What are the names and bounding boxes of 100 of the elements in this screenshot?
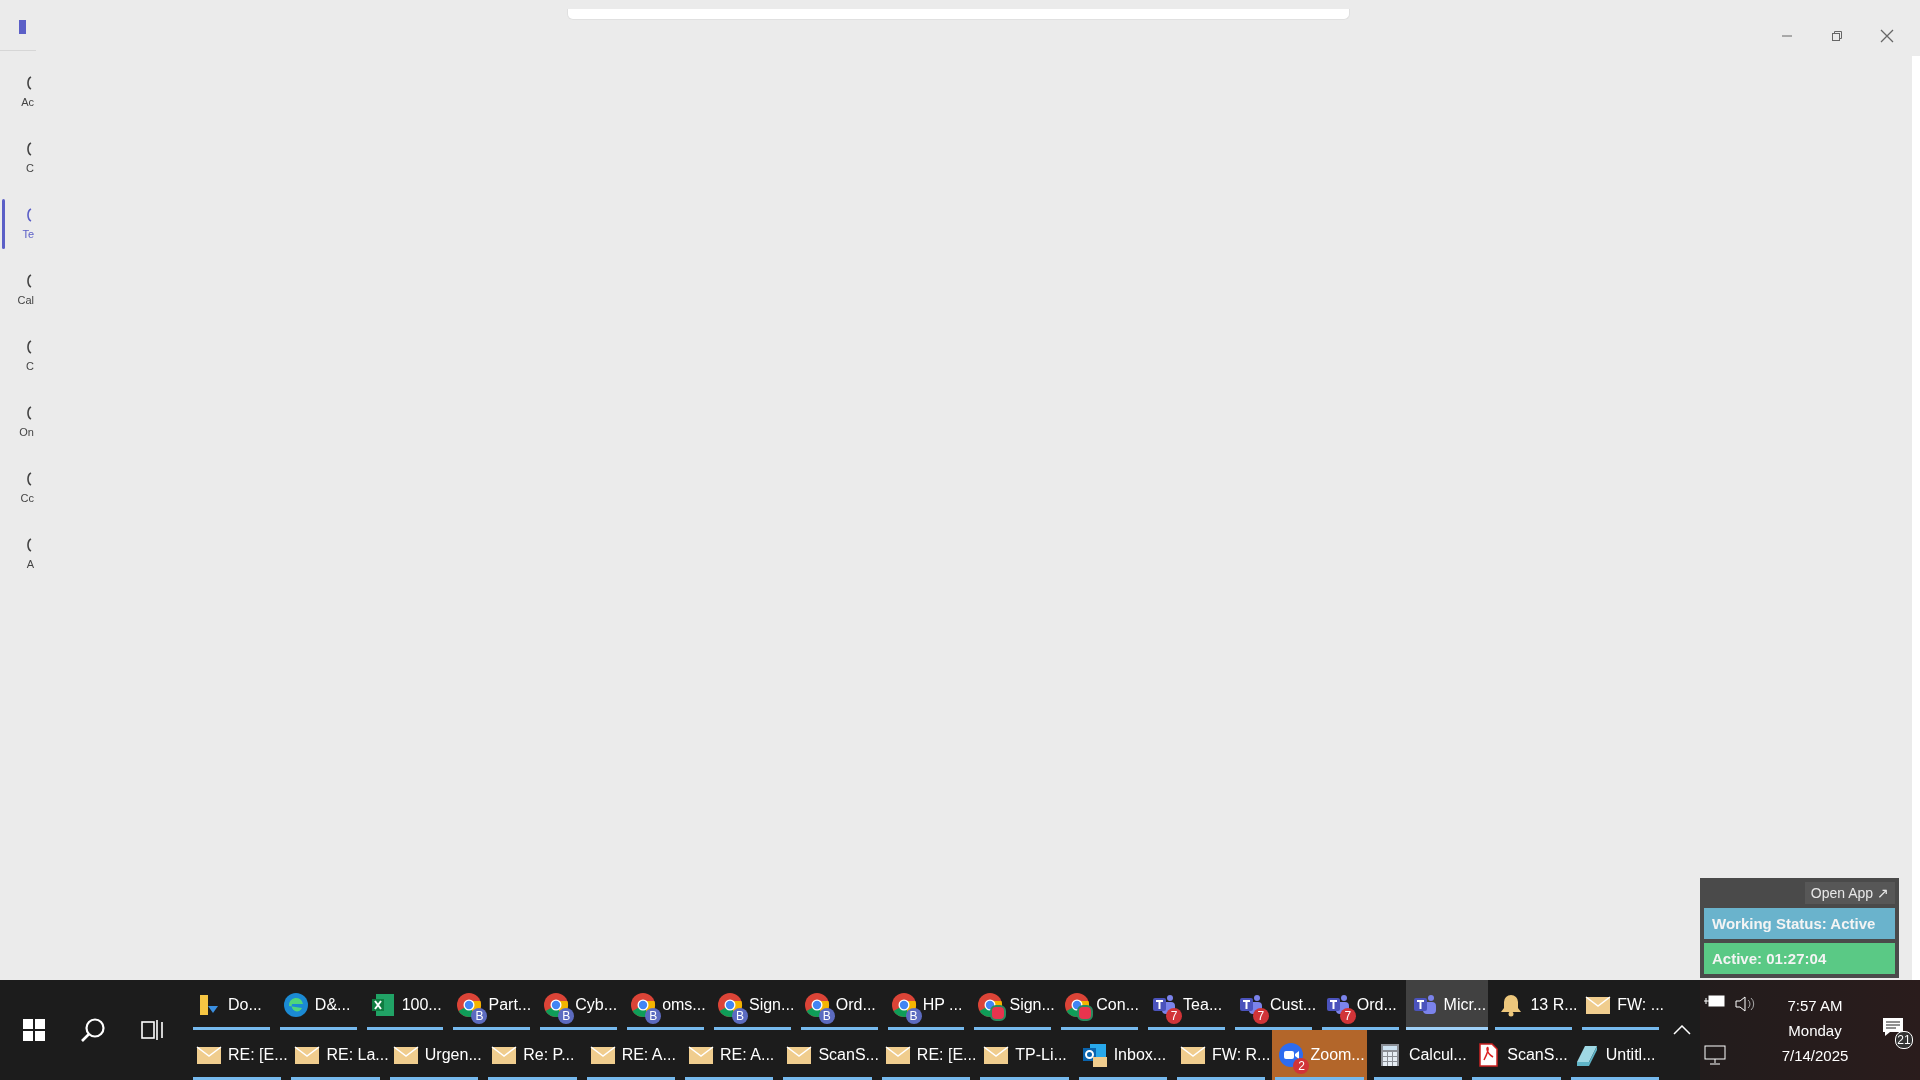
window-label: FW: R... bbox=[1212, 1046, 1271, 1064]
window-label: Sign... bbox=[1009, 996, 1055, 1014]
clock-time: 7:57 AM bbox=[1787, 996, 1843, 1014]
taskbar-button[interactable]: RE: [E... bbox=[190, 1030, 285, 1080]
window-label: RE: [E... bbox=[228, 1046, 288, 1064]
taskbar-button[interactable]: RE: A... bbox=[682, 1030, 777, 1080]
taskbar-button[interactable]: FW: R... bbox=[1174, 1030, 1269, 1080]
taskbar-button[interactable]: Untitl... bbox=[1567, 1030, 1663, 1080]
taskbar-button[interactable]: RE: [E... bbox=[878, 1030, 974, 1080]
sidebar-item[interactable]: Cc bbox=[0, 455, 36, 521]
sidebar-item[interactable]: Ac bbox=[0, 59, 36, 125]
partial-icon bbox=[26, 538, 32, 552]
open-app-button[interactable]: Open App ↗ bbox=[1804, 882, 1895, 904]
count-badge: 7 bbox=[1252, 1008, 1269, 1024]
taskbar-button[interactable]: 7 Cust... bbox=[1231, 980, 1315, 1030]
browser-icon bbox=[630, 992, 657, 1018]
window-label: Micr... bbox=[1443, 996, 1487, 1014]
window-label: RE: A... bbox=[720, 1046, 775, 1064]
taskbar-button[interactable]: Sign... bbox=[971, 980, 1055, 1030]
working-status: Working Status: Active bbox=[1704, 908, 1895, 939]
partial-icon bbox=[26, 208, 32, 222]
taskbar-button[interactable]: 2 Zoom... bbox=[1272, 1030, 1367, 1080]
taskbar-button[interactable]: D&... bbox=[276, 980, 360, 1030]
taskbar-button[interactable]: 7 Tea... bbox=[1145, 980, 1228, 1030]
sidebar-label: A bbox=[26, 558, 35, 570]
window-label: Con... bbox=[1096, 996, 1139, 1014]
sidebar-label: On bbox=[19, 426, 35, 438]
sidebar-item[interactable]: A bbox=[0, 521, 36, 587]
count-badge: B bbox=[558, 1008, 575, 1024]
network-icon bbox=[1704, 1045, 1726, 1065]
chevron-up-icon bbox=[1673, 1025, 1691, 1035]
partial-icon bbox=[26, 406, 32, 420]
window-label: Urgen... bbox=[424, 1046, 482, 1064]
battery-icon bbox=[1704, 995, 1726, 1007]
taskbar-button[interactable]: Con... bbox=[1058, 980, 1142, 1030]
browser-icon bbox=[716, 992, 743, 1018]
volume-icon bbox=[1734, 995, 1756, 1013]
window-label: ScanS... bbox=[1507, 1046, 1568, 1064]
taskbar-button[interactable]: Do... bbox=[190, 980, 273, 1030]
taskbar-button[interactable]: B Ord... bbox=[797, 980, 881, 1030]
outlook-icon bbox=[1081, 1042, 1108, 1068]
partial-icon bbox=[26, 76, 32, 90]
active-timer: Active: 01:27:04 bbox=[1704, 943, 1895, 974]
count-badge: 2 bbox=[1293, 1058, 1310, 1074]
partial-icon bbox=[26, 142, 32, 156]
browser-icon bbox=[543, 992, 570, 1018]
sidebar-item[interactable]: Te bbox=[0, 191, 36, 257]
restore-icon bbox=[1831, 30, 1843, 42]
taskbar-button[interactable]: Inbox... bbox=[1075, 1030, 1171, 1080]
window-label: Cust... bbox=[1269, 996, 1317, 1014]
window-label: Calcul... bbox=[1408, 1046, 1467, 1064]
sidebar-item[interactable]: On bbox=[0, 389, 36, 455]
search-icon bbox=[79, 1016, 107, 1044]
window-label: Sign... bbox=[748, 996, 795, 1014]
spreadsheet-icon bbox=[369, 992, 396, 1018]
window-label: ScanS... bbox=[818, 1046, 879, 1064]
window-label: Cyb... bbox=[575, 996, 618, 1014]
taskbar-button[interactable]: 100... bbox=[363, 980, 447, 1030]
sidebar-label: C bbox=[26, 162, 35, 174]
browser-icon bbox=[890, 992, 917, 1018]
browser-icon bbox=[803, 992, 830, 1018]
sidebar-label: Te bbox=[22, 228, 35, 240]
taskbar-button[interactable]: 13 R... bbox=[1492, 980, 1576, 1030]
taskbar-button[interactable]: B oms... bbox=[624, 980, 707, 1030]
window-label: Untitl... bbox=[1605, 1046, 1656, 1064]
notification-count: 21 bbox=[1895, 1031, 1913, 1049]
sidebar-item[interactable]: Cal bbox=[0, 257, 36, 323]
taskbar-button[interactable]: B Part... bbox=[450, 980, 534, 1030]
sidebar-label: Ac bbox=[21, 96, 35, 108]
taskbar-button[interactable]: B HP ... bbox=[884, 980, 968, 1030]
partial-icon bbox=[26, 472, 32, 486]
window-label: Re: P... bbox=[523, 1046, 575, 1064]
taskbar-button[interactable]: Re: P... bbox=[485, 1030, 580, 1080]
windows-logo-icon bbox=[23, 1019, 45, 1041]
window-label: TP-Li... bbox=[1015, 1046, 1067, 1064]
sidebar-item[interactable]: C bbox=[0, 125, 36, 191]
window-label: D&... bbox=[314, 996, 351, 1014]
taskbar-button[interactable]: Micr... bbox=[1405, 980, 1489, 1030]
taskbar-button[interactable]: RE: A... bbox=[583, 1030, 679, 1080]
clock[interactable]: 7:57 AM Monday 7/14/2025 bbox=[1760, 980, 1870, 1080]
window-label: Ord... bbox=[1356, 996, 1397, 1014]
window-label: Inbox... bbox=[1113, 1046, 1167, 1064]
sidebar-item[interactable]: C bbox=[0, 323, 36, 389]
count-badge: 7 bbox=[1339, 1008, 1356, 1024]
window-label: RE: [E... bbox=[916, 1046, 977, 1064]
window-label: Part... bbox=[488, 996, 532, 1014]
window-label: 100... bbox=[401, 996, 442, 1014]
sidebar-label: Cc bbox=[20, 492, 35, 504]
count-badge: B bbox=[645, 1008, 662, 1024]
taskbar-button[interactable]: B Sign... bbox=[710, 980, 794, 1030]
sidebar-label: Cal bbox=[17, 294, 35, 306]
taskbar-button[interactable]: TP-Li... bbox=[977, 1030, 1072, 1080]
taskbar-button[interactable]: B Cyb... bbox=[537, 980, 621, 1030]
taskbar-button[interactable]: FW: ... bbox=[1579, 980, 1663, 1030]
taskbar-button[interactable]: Calcul... bbox=[1370, 1030, 1466, 1080]
window-label: Zoom... bbox=[1310, 1046, 1365, 1064]
taskbar-button[interactable]: 7 Ord... bbox=[1318, 980, 1402, 1030]
close-icon bbox=[1880, 29, 1894, 43]
selection-bar bbox=[2, 199, 5, 249]
window-label: FW: ... bbox=[1617, 996, 1665, 1014]
